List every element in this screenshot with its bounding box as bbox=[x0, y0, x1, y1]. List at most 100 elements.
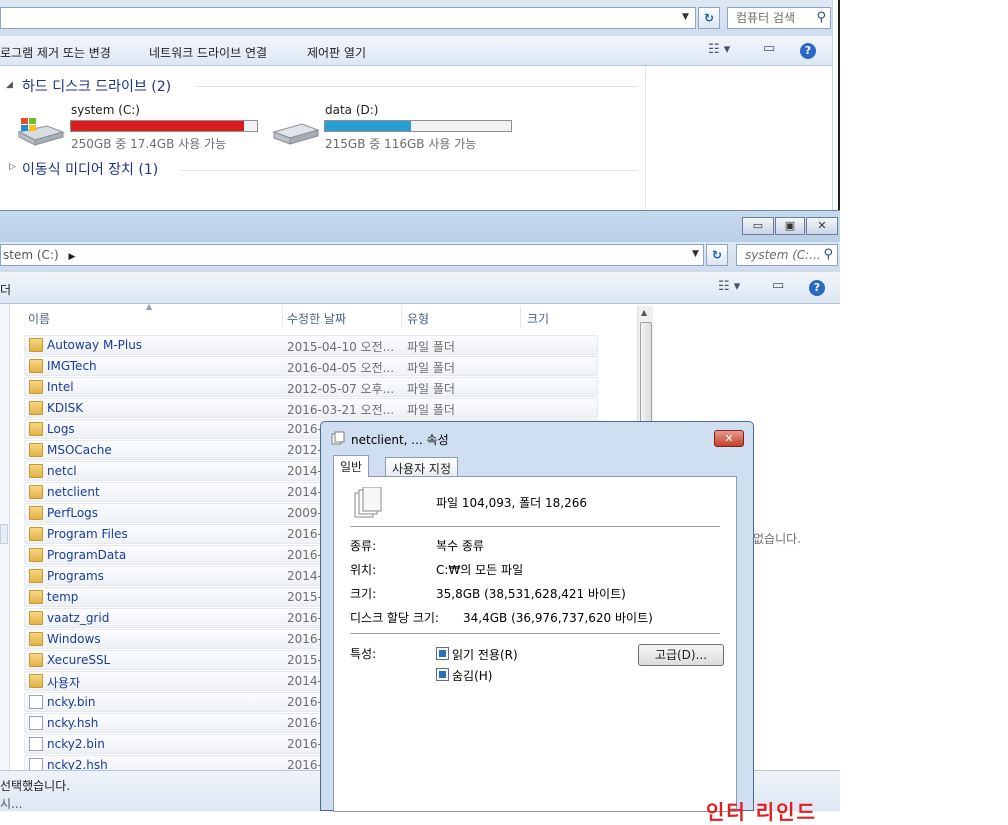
row-date: 2012- bbox=[287, 443, 322, 457]
row-name[interactable]: 사용자 bbox=[47, 674, 80, 691]
row-type: 파일 폴더 bbox=[407, 382, 455, 396]
refresh-button[interactable]: ↻ bbox=[698, 7, 720, 29]
row-date: 2016- bbox=[287, 422, 322, 436]
empty-preview-message: 없습니다. bbox=[753, 532, 801, 546]
folder-icon bbox=[29, 506, 43, 520]
folder-icon bbox=[29, 443, 43, 457]
row-name[interactable]: Logs bbox=[47, 422, 75, 436]
file-icon bbox=[29, 737, 43, 751]
search-input[interactable]: 컴퓨터 검색 ⚲ bbox=[727, 7, 831, 29]
row-date: 2016- bbox=[287, 611, 322, 625]
folder-icon bbox=[29, 338, 43, 352]
status-detail-text: 시... bbox=[0, 797, 23, 811]
row-name[interactable]: ncky.bin bbox=[47, 695, 96, 709]
size-on-disk-label: 디스크 할당 크기: bbox=[350, 611, 439, 625]
separator bbox=[350, 526, 720, 527]
readonly-label[interactable]: 읽기 전용(R) bbox=[452, 646, 518, 663]
row-name[interactable]: ncky.hsh bbox=[47, 716, 98, 730]
multiple-files-icon bbox=[354, 486, 382, 519]
search-icon: ⚲ bbox=[823, 247, 833, 262]
row-name[interactable]: Program Files bbox=[47, 527, 128, 541]
dialog-title: netclient, ... 속성 bbox=[351, 433, 449, 447]
readonly-checkbox[interactable] bbox=[436, 647, 449, 660]
preview-pane-icon[interactable]: ▭ bbox=[772, 278, 784, 293]
table-row[interactable]: Autoway M-Plus 2015-04-10 오전... 파일 폴더 bbox=[24, 335, 598, 355]
row-date: 2016- bbox=[287, 716, 322, 730]
address-dropdown-icon[interactable]: ▼ bbox=[692, 249, 699, 259]
tab-general[interactable]: 일반 bbox=[333, 455, 370, 477]
row-date: 2016- bbox=[287, 632, 322, 646]
row-date: 2015- bbox=[287, 653, 322, 667]
scrollbar[interactable]: ▲ bbox=[637, 306, 653, 436]
row-name[interactable]: netclient bbox=[47, 485, 100, 499]
row-name[interactable]: ProgramData bbox=[47, 548, 126, 562]
row-name[interactable]: temp bbox=[47, 590, 78, 604]
folder-icon bbox=[29, 569, 43, 583]
dialog-close-button[interactable]: ✕ bbox=[714, 430, 744, 447]
size-on-disk-value: 34,4GB (36,976,737,620 바이트) bbox=[463, 611, 653, 625]
row-date: 2009- bbox=[287, 506, 322, 520]
size-value: 35,8GB (38,531,628,421 바이트) bbox=[436, 587, 626, 601]
minimize-button[interactable]: ▭ bbox=[742, 217, 774, 235]
row-name[interactable]: MSOCache bbox=[47, 443, 112, 457]
help-icon[interactable]: ? bbox=[809, 280, 825, 296]
table-row[interactable]: Intel 2012-05-07 오후... 파일 폴더 bbox=[24, 377, 598, 397]
folder-icon bbox=[29, 611, 43, 625]
row-name[interactable]: IMGTech bbox=[47, 359, 97, 373]
file-icon bbox=[29, 758, 43, 770]
view-options-icon[interactable]: ☷ ▾ bbox=[708, 42, 730, 57]
row-date: 2016- bbox=[287, 527, 322, 541]
row-date: 2014- bbox=[287, 485, 322, 499]
row-name[interactable]: vaatz_grid bbox=[47, 611, 109, 625]
size-label: 크기: bbox=[350, 587, 377, 601]
table-row[interactable]: KDISK 2016-03-21 오전... 파일 폴더 bbox=[24, 398, 598, 418]
close-button[interactable]: ✕ bbox=[806, 217, 838, 235]
folder-icon bbox=[29, 401, 43, 415]
row-name[interactable]: ncky2.bin bbox=[47, 737, 105, 751]
scrollbar-thumb[interactable] bbox=[640, 322, 652, 430]
row-name[interactable]: XecureSSL bbox=[47, 653, 110, 667]
maximize-button[interactable]: ▣ bbox=[775, 217, 805, 235]
table-row[interactable]: IMGTech 2016-04-05 오전... 파일 폴더 bbox=[24, 356, 598, 376]
attributes-label: 특성: bbox=[350, 647, 377, 661]
row-name[interactable]: Autoway M-Plus bbox=[47, 338, 142, 352]
type-label: 종류: bbox=[350, 539, 377, 553]
folder-icon bbox=[29, 527, 43, 541]
window-edge bbox=[838, 0, 840, 210]
row-name[interactable]: PerfLogs bbox=[47, 506, 98, 520]
row-name[interactable]: Windows bbox=[47, 632, 101, 646]
file-icon bbox=[29, 716, 43, 730]
advanced-button[interactable]: 고급(D)... bbox=[638, 644, 724, 666]
folder-icon bbox=[29, 548, 43, 562]
search-input[interactable]: system (C:... ⚲ bbox=[736, 244, 838, 266]
row-name[interactable]: Programs bbox=[47, 569, 104, 583]
separator bbox=[350, 633, 720, 634]
folder-icon bbox=[29, 653, 43, 667]
folder-icon bbox=[29, 380, 43, 394]
type-value: 복수 종류 bbox=[436, 539, 484, 553]
file-icon bbox=[29, 695, 43, 709]
row-name[interactable]: netcl bbox=[47, 464, 77, 478]
hidden-label[interactable]: 숨김(H) bbox=[452, 667, 492, 684]
location-label: 위치: bbox=[350, 563, 377, 577]
row-date: 2014- bbox=[287, 464, 322, 478]
row-name[interactable]: Intel bbox=[47, 380, 74, 394]
tab-customize[interactable]: 사용자 지정 bbox=[385, 457, 459, 477]
location-value: C:₩의 모든 파일 bbox=[436, 563, 524, 577]
help-icon[interactable]: ? bbox=[800, 43, 816, 59]
multiple-files-icon bbox=[331, 431, 345, 445]
hidden-checkbox[interactable] bbox=[436, 668, 449, 681]
scroll-up-icon[interactable]: ▲ bbox=[641, 308, 647, 317]
view-options-icon[interactable]: ☷ ▾ bbox=[718, 279, 740, 294]
row-name[interactable]: ncky2.hsh bbox=[47, 758, 108, 770]
row-date: 2016- bbox=[287, 695, 322, 709]
refresh-button[interactable]: ↻ bbox=[706, 244, 728, 266]
details-pane-divider bbox=[645, 66, 646, 210]
preview-pane-icon[interactable]: ▭ bbox=[763, 41, 775, 56]
address-dropdown-icon[interactable]: ▼ bbox=[682, 12, 689, 22]
folder-icon bbox=[29, 485, 43, 499]
row-date: 2015- bbox=[287, 590, 322, 604]
row-date: 2016-04-05 오전... bbox=[287, 361, 395, 375]
row-name[interactable]: KDISK bbox=[47, 401, 83, 415]
properties-dialog: netclient, ... 속성 ✕ 일반 사용자 지정 파일 104,093… bbox=[320, 421, 754, 812]
